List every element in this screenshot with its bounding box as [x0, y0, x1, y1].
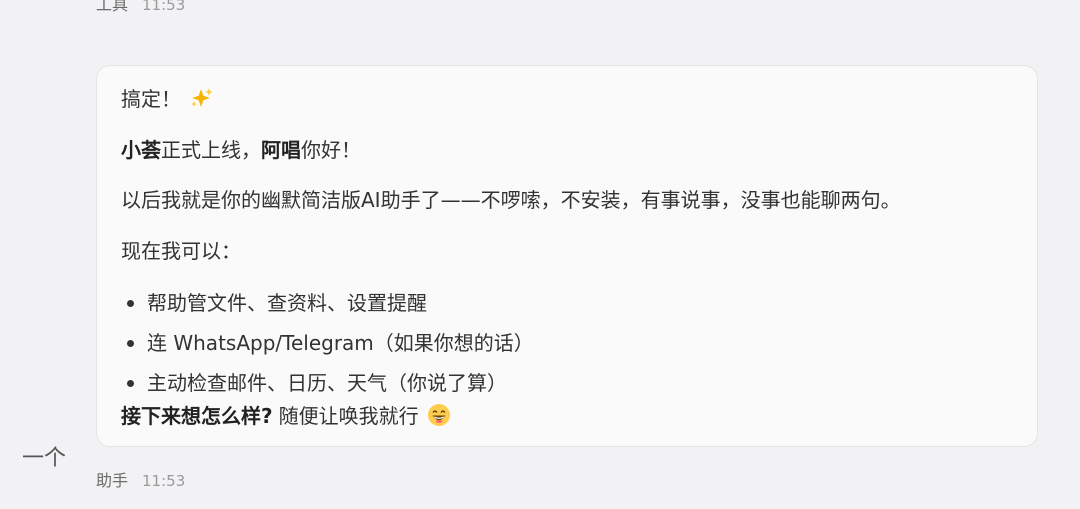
bullet-marker-1: [127, 300, 134, 307]
capability-item-3: 主动检查邮件、日历、天气（你说了算）: [147, 369, 507, 397]
sparkles-icon: [189, 86, 215, 110]
assistant-message-bubble[interactable]: 搞定！ 小荟正式上线，阿唱你好！ 以后我就是你的幽默简洁版AI助手了——不啰嗦，…: [96, 65, 1038, 447]
current-message-time: 11:53: [142, 472, 186, 490]
greeting-text: 搞定！: [121, 87, 181, 111]
assistant-name: 小荟: [121, 138, 161, 162]
intro-text: 以后我就是你的幽默简洁版AI助手了——不啰嗦，不安装，有事说事，没事也能聊两句。: [121, 188, 901, 212]
closing-line: 接下来想怎么样? 随便让唤我就行: [121, 402, 451, 430]
side-label: 一个: [22, 446, 67, 471]
current-message-meta: 助手 11:53: [96, 467, 185, 491]
launch-text: 正式上线，: [161, 138, 261, 162]
user-name: 阿唱: [261, 138, 301, 162]
closing-question: 接下来想怎么样?: [121, 404, 273, 428]
message-line-1: 搞定！: [121, 85, 215, 113]
bullet-marker-3: [127, 380, 134, 387]
message-line-2: 小荟正式上线，阿唱你好！: [121, 136, 361, 164]
message-line-3: 以后我就是你的幽默简洁版AI助手了——不啰嗦，不安装，有事说事，没事也能聊两句。: [121, 186, 901, 214]
closing-text: 随便让唤我就行: [278, 404, 419, 428]
capability-item-3-text: 主动检查邮件、日历、天气（你说了算）: [147, 371, 507, 395]
capability-item-1-text: 帮助管文件、查资料、设置提醒: [147, 291, 427, 315]
previous-message-time: 11:53: [142, 0, 186, 14]
capabilities-heading: 现在我可以：: [121, 239, 241, 263]
message-line-4: 现在我可以：: [121, 237, 241, 265]
bullet-marker-2: [127, 340, 134, 347]
hello-text: 你好！: [301, 138, 361, 162]
previous-sender-name: 工具: [96, 0, 129, 14]
previous-message-meta: 工具 11:53: [96, 0, 185, 15]
grinning-face-icon: [427, 403, 451, 427]
capability-item-2-text: 连 WhatsApp/Telegram（如果你想的话）: [147, 331, 534, 355]
capability-item-1: 帮助管文件、查资料、设置提醒: [147, 289, 427, 317]
current-sender-name: 助手: [96, 471, 129, 490]
capability-item-2: 连 WhatsApp/Telegram（如果你想的话）: [147, 329, 534, 357]
